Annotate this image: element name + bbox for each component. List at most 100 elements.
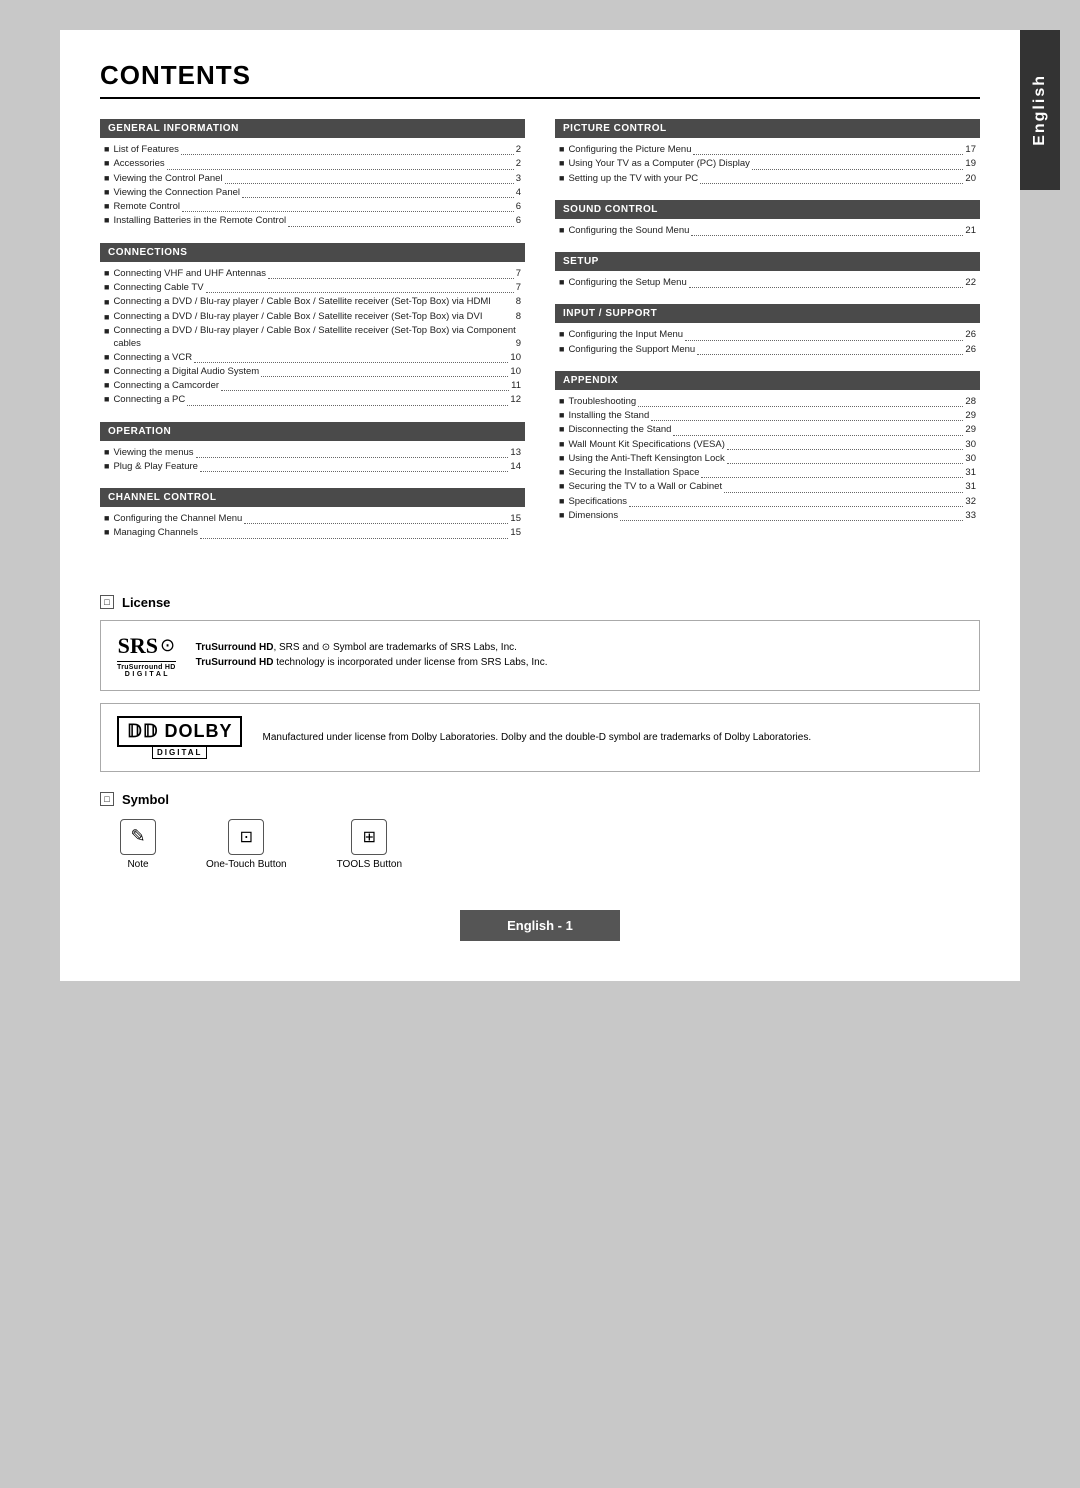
list-item: ■ Setting up the TV with your PC 20 xyxy=(559,172,976,186)
section-items-setup: ■ Configuring the Setup Menu 22 xyxy=(555,276,980,290)
dolby-license-text: Manufactured under license from Dolby La… xyxy=(262,730,811,745)
tools-label: TOOLS Button xyxy=(337,859,402,870)
section-items-appendix: ■ Troubleshooting 28 ■ Installing the St… xyxy=(555,395,980,523)
symbol-item-one-touch: ⊡ One-Touch Button xyxy=(206,819,287,870)
bullet-icon: ■ xyxy=(559,509,564,523)
bullet-icon: ■ xyxy=(559,276,564,290)
bullet-icon: ■ xyxy=(104,526,109,540)
one-touch-icon: ⊡ xyxy=(228,819,264,855)
list-item: ■ Securing the Installation Space 31 xyxy=(559,466,976,480)
list-item: ■ Configuring the Support Menu 26 xyxy=(559,343,976,357)
section-header-appendix: APPENDIX xyxy=(555,371,980,390)
bullet-icon: ■ xyxy=(104,296,109,310)
section-items-channel: ■ Configuring the Channel Menu 15 ■ Mana… xyxy=(100,512,525,541)
toc-item-text: Using the Anti-Theft Kensington Lock 30 xyxy=(568,452,976,466)
toc-item-text: List of Features 2 xyxy=(113,143,521,157)
section-items-operation: ■ Viewing the menus 13 ■ Plug & Play Fea… xyxy=(100,446,525,475)
toc-item-text: Configuring the Picture Menu 17 xyxy=(568,143,976,157)
toc-item-text: Using Your TV as a Computer (PC) Display… xyxy=(568,157,976,171)
list-item: ■ Connecting a PC 12 xyxy=(104,393,521,407)
bullet-icon: ■ xyxy=(104,351,109,365)
toc-item-text: Viewing the Connection Panel 4 xyxy=(113,186,521,200)
section-appendix: APPENDIX ■ Troubleshooting 28 ■ xyxy=(555,371,980,523)
note-label: Note xyxy=(127,859,148,870)
toc-item-text: Remote Control 6 xyxy=(113,200,521,214)
toc-item-text: Troubleshooting 28 xyxy=(568,395,976,409)
section-items-general: ■ List of Features 2 ■ Accessories xyxy=(100,143,525,229)
side-tab-text: English xyxy=(1031,74,1049,146)
symbol-heading: □ Symbol xyxy=(100,792,980,807)
section-items-connections: ■ Connecting VHF and UHF Antennas 7 ■ Co… xyxy=(100,267,525,408)
symbol-items: ✎ Note ⊡ One-Touch Button ⊞ TOOLS Button xyxy=(100,819,980,870)
srs-logo: SRS ⊙ TruSurround HDD I G I T A L xyxy=(117,633,176,678)
list-item: ■ Specifications 32 xyxy=(559,495,976,509)
toc-item-text: Accessories 2 xyxy=(113,157,521,171)
section-picture-control: PICTURE CONTROL ■ Configuring the Pictur… xyxy=(555,119,980,186)
one-touch-label: One-Touch Button xyxy=(206,859,287,870)
list-item: ■ Connecting a DVD / Blu-ray player / Ca… xyxy=(104,295,521,310)
dolby-sub-text: DIGITAL xyxy=(152,747,207,759)
bullet-icon: ■ xyxy=(559,143,564,157)
srs-license-text: TruSurround HD, SRS and ⊙ Symbol are tra… xyxy=(196,640,548,670)
footer-wrapper: English - 1 xyxy=(100,890,980,941)
list-item: ■ Securing the TV to a Wall or Cabinet 3… xyxy=(559,480,976,494)
bullet-icon: ■ xyxy=(559,328,564,342)
symbol-checkbox-icon: □ xyxy=(100,792,114,806)
bullet-icon: ■ xyxy=(104,311,109,325)
list-item: ■ Configuring the Picture Menu 17 xyxy=(559,143,976,157)
bullet-icon: ■ xyxy=(559,480,564,494)
toc-item-text: Viewing the menus 13 xyxy=(113,446,521,460)
toc-item-text: Connecting VHF and UHF Antennas 7 xyxy=(113,267,521,281)
toc-item-text: Connecting Cable TV 7 xyxy=(113,281,521,295)
bullet-icon: ■ xyxy=(104,365,109,379)
bullet-icon: ■ xyxy=(104,281,109,295)
license-heading: □ License xyxy=(100,595,980,610)
list-item: ■ Accessories 2 xyxy=(104,157,521,171)
list-item: ■ Using Your TV as a Computer (PC) Displ… xyxy=(559,157,976,171)
bullet-icon: ■ xyxy=(104,143,109,157)
list-item: ■ Connecting Cable TV 7 xyxy=(104,281,521,295)
bullet-icon: ■ xyxy=(559,224,564,238)
list-item: ■ Installing Batteries in the Remote Con… xyxy=(104,214,521,228)
bullet-icon: ■ xyxy=(559,395,564,409)
dolby-license-box: 𝔻𝔻 DOLBY DIGITAL Manufactured under lice… xyxy=(100,703,980,772)
toc-item-text: Viewing the Control Panel 3 xyxy=(113,172,521,186)
toc-left: GENERAL INFORMATION ■ List of Features 2… xyxy=(100,119,525,555)
toc-item-text: Configuring the Setup Menu 22 xyxy=(568,276,976,290)
section-input-support: INPUT / SUPPORT ■ Configuring the Input … xyxy=(555,304,980,357)
toc-item-text: Connecting a VCR 10 xyxy=(113,351,521,365)
list-item: ■ Dimensions 33 xyxy=(559,509,976,523)
toc-item-text: Securing the TV to a Wall or Cabinet 31 xyxy=(568,480,976,494)
srs-brand-text: SRS xyxy=(118,633,158,659)
toc-item-text: Installing Batteries in the Remote Contr… xyxy=(113,214,521,228)
list-item: ■ Managing Channels 15 xyxy=(104,526,521,540)
section-header-general: GENERAL INFORMATION xyxy=(100,119,525,138)
bullet-icon: ■ xyxy=(104,200,109,214)
toc-item-text: Wall Mount Kit Specifications (VESA) 30 xyxy=(568,438,976,452)
bullet-icon: ■ xyxy=(104,446,109,460)
symbol-section: □ Symbol ✎ Note ⊡ One-Touch Button ⊞ TOO… xyxy=(100,792,980,870)
list-item: ■ Connecting a VCR 10 xyxy=(104,351,521,365)
bullet-icon: ■ xyxy=(104,186,109,200)
toc-item-text: Connecting a Camcorder 11 xyxy=(113,379,521,393)
list-item: ■ Disconnecting the Stand 29 xyxy=(559,423,976,437)
toc-item-text: Dimensions 33 xyxy=(568,509,976,523)
toc-right: PICTURE CONTROL ■ Configuring the Pictur… xyxy=(555,119,980,555)
page-content: English CONTENTS GENERAL INFORMATION ■ L… xyxy=(60,30,1020,981)
bullet-icon: ■ xyxy=(104,393,109,407)
note-icon: ✎ xyxy=(120,819,156,855)
page-title: CONTENTS xyxy=(100,60,980,99)
bullet-icon: ■ xyxy=(559,438,564,452)
toc-item-text: Managing Channels 15 xyxy=(113,526,521,540)
srs-license-box: SRS ⊙ TruSurround HDD I G I T A L TruSur… xyxy=(100,620,980,691)
srs-sub-text: TruSurround HDD I G I T A L xyxy=(117,661,176,678)
side-tab: English xyxy=(1020,30,1060,190)
list-item: ■ Connecting a Digital Audio System 10 xyxy=(104,365,521,379)
bullet-icon: ■ xyxy=(104,460,109,474)
bullet-icon: ■ xyxy=(104,157,109,171)
section-channel-control: CHANNEL CONTROL ■ Configuring the Channe… xyxy=(100,488,525,541)
bullet-icon: ■ xyxy=(104,379,109,393)
toc-item-text: Installing the Stand 29 xyxy=(568,409,976,423)
footer-bar: English - 1 xyxy=(460,910,620,941)
license-label: License xyxy=(122,595,170,610)
